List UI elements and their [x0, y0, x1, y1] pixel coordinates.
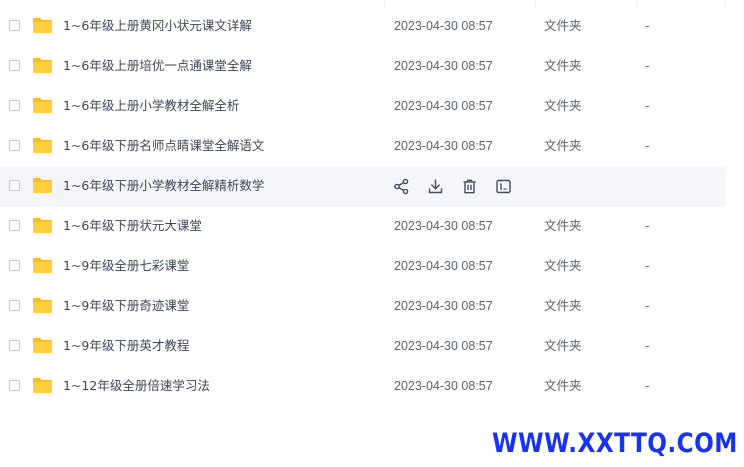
file-row[interactable]: 1~6年级上册黄冈小状元课文详解 2023-04-30 08:57 文件夹 - — [0, 7, 726, 47]
row-checkbox[interactable] — [9, 300, 20, 311]
folder-icon — [33, 258, 52, 273]
row-checkbox[interactable] — [9, 140, 20, 151]
modified-date: 2023-04-30 08:57 — [394, 299, 493, 313]
file-name[interactable]: 1~6年级上册培优一点通课堂全解 — [63, 58, 252, 74]
row-checkbox[interactable] — [9, 260, 20, 271]
file-name[interactable]: 1~6年级上册小学教材全解全析 — [63, 98, 239, 114]
folder-icon — [33, 378, 52, 393]
folder-icon — [33, 298, 52, 313]
folder-icon — [33, 138, 52, 153]
modified-date: 2023-04-30 08:57 — [394, 59, 493, 73]
row-actions — [393, 178, 512, 196]
file-type: 文件夹 — [544, 378, 582, 393]
file-type: 文件夹 — [544, 258, 582, 273]
folder-icon — [33, 218, 52, 233]
file-size: - — [645, 299, 650, 313]
file-type: 文件夹 — [544, 138, 582, 153]
share-icon[interactable] — [393, 178, 410, 195]
column-divider — [535, 0, 536, 7]
row-checkbox[interactable] — [9, 180, 20, 191]
file-row[interactable]: 1~12年级全册倍速学习法 2023-04-30 08:57 文件夹 - — [0, 367, 726, 407]
row-checkbox[interactable] — [9, 20, 20, 31]
file-row-hovered[interactable]: 1~6年级下册小学教材全解精析数学 — [0, 167, 726, 207]
file-list: 1~6年级上册黄冈小状元课文详解 2023-04-30 08:57 文件夹 - … — [0, 7, 726, 407]
file-name[interactable]: 1~6年级上册黄冈小状元课文详解 — [63, 18, 252, 34]
file-type: 文件夹 — [544, 98, 582, 113]
file-name[interactable]: 1~9年级下册英才教程 — [63, 338, 189, 354]
file-name[interactable]: 1~6年级下册状元大课堂 — [63, 218, 202, 234]
file-name[interactable]: 1~9年级下册奇迹课堂 — [63, 298, 189, 314]
file-row[interactable]: 1~6年级下册状元大课堂 2023-04-30 08:57 文件夹 - — [0, 207, 726, 247]
row-checkbox[interactable] — [9, 380, 20, 391]
column-divider — [725, 0, 726, 7]
file-name[interactable]: 1~6年级下册名师点睛课堂全解语文 — [63, 138, 264, 154]
file-row[interactable]: 1~9年级下册英才教程 2023-04-30 08:57 文件夹 - — [0, 327, 726, 367]
download-icon[interactable] — [427, 178, 444, 195]
folder-icon — [33, 98, 52, 113]
file-name[interactable]: 1~9年级全册七彩课堂 — [63, 258, 189, 274]
file-size: - — [645, 259, 650, 273]
modified-date: 2023-04-30 08:57 — [394, 379, 493, 393]
file-size: - — [645, 219, 650, 233]
file-row[interactable]: 1~9年级下册奇迹课堂 2023-04-30 08:57 文件夹 - — [0, 287, 726, 327]
file-size: - — [645, 19, 650, 33]
file-type: 文件夹 — [544, 218, 582, 233]
file-type: 文件夹 — [544, 18, 582, 33]
modified-date: 2023-04-30 08:57 — [394, 99, 493, 113]
file-type: 文件夹 — [544, 338, 582, 353]
file-name[interactable]: 1~6年级下册小学教材全解精析数学 — [63, 178, 264, 194]
file-type: 文件夹 — [544, 58, 582, 73]
row-checkbox[interactable] — [9, 60, 20, 71]
modified-date: 2023-04-30 08:57 — [394, 219, 493, 233]
folder-icon — [33, 58, 52, 73]
file-browser: 1~6年级上册黄冈小状元课文详解 2023-04-30 08:57 文件夹 - … — [0, 0, 744, 467]
file-name[interactable]: 1~12年级全册倍速学习法 — [63, 378, 210, 394]
modified-date: 2023-04-30 08:57 — [394, 339, 493, 353]
row-checkbox[interactable] — [9, 100, 20, 111]
modified-date: 2023-04-30 08:57 — [394, 19, 493, 33]
file-size: - — [645, 339, 650, 353]
file-row[interactable]: 1~6年级下册名师点睛课堂全解语文 2023-04-30 08:57 文件夹 - — [0, 127, 726, 167]
column-divider — [636, 0, 637, 7]
row-checkbox[interactable] — [9, 340, 20, 351]
row-checkbox[interactable] — [9, 220, 20, 231]
rename-icon[interactable] — [495, 178, 512, 195]
file-row[interactable]: 1~6年级上册培优一点通课堂全解 2023-04-30 08:57 文件夹 - — [0, 47, 726, 87]
delete-icon[interactable] — [461, 178, 478, 195]
column-divider — [384, 0, 385, 7]
folder-icon — [33, 338, 52, 353]
folder-icon — [33, 178, 52, 193]
folder-icon — [33, 18, 52, 33]
file-size: - — [645, 99, 650, 113]
file-type: 文件夹 — [544, 298, 582, 313]
file-size: - — [645, 59, 650, 73]
watermark: WWW.XXTTQ.COM — [492, 428, 738, 459]
file-size: - — [645, 379, 650, 393]
modified-date: 2023-04-30 08:57 — [394, 259, 493, 273]
file-size: - — [645, 139, 650, 153]
file-row[interactable]: 1~6年级上册小学教材全解全析 2023-04-30 08:57 文件夹 - — [0, 87, 726, 127]
modified-date: 2023-04-30 08:57 — [394, 139, 493, 153]
file-row[interactable]: 1~9年级全册七彩课堂 2023-04-30 08:57 文件夹 - — [0, 247, 726, 287]
